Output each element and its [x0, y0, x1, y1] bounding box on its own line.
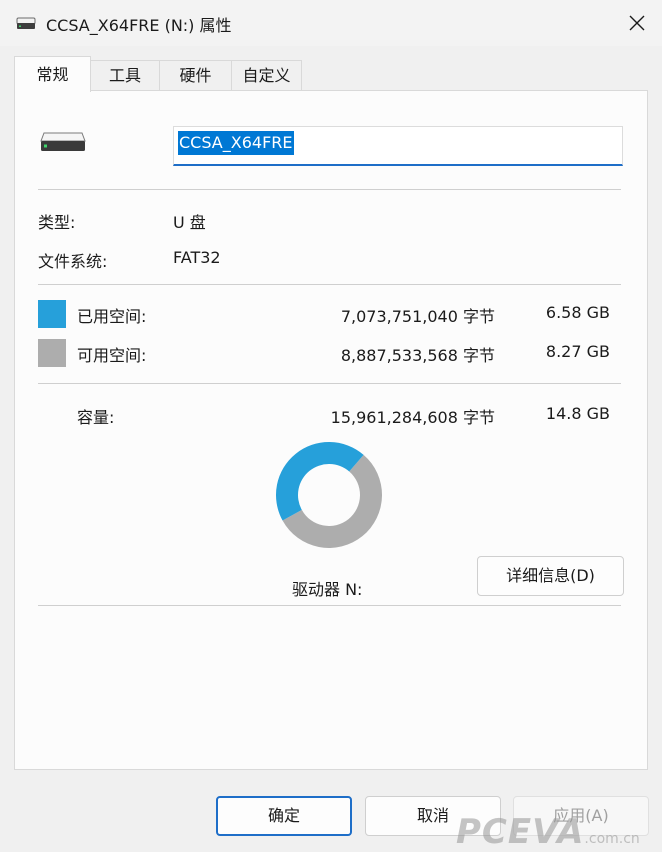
- divider: [38, 605, 621, 606]
- free-space-label: 可用空间:: [77, 346, 147, 365]
- drive-icon: [16, 16, 36, 35]
- divider: [38, 383, 621, 384]
- drive-letter-label: 驱动器 N:: [292, 580, 363, 599]
- pceva-watermark: PCEVA.com.cn: [456, 812, 640, 852]
- filesystem-label: 文件系统:: [38, 252, 108, 271]
- tab-general[interactable]: 常规: [14, 56, 91, 92]
- usage-donut-chart: [276, 442, 382, 548]
- used-space-segment: [276, 442, 364, 521]
- drive-name-value: CCSA_X64FRE: [178, 131, 294, 155]
- filesystem-value: FAT32: [173, 248, 221, 267]
- window-title: CCSA_X64FRE (N:) 属性: [46, 16, 232, 35]
- capacity-size: 14.8 GB: [545, 404, 610, 423]
- ok-button[interactable]: 确定: [216, 796, 352, 836]
- used-space-bytes: 7,073,751,040 字节: [340, 307, 495, 326]
- divider: [38, 189, 621, 190]
- tab-tools[interactable]: 工具: [90, 60, 160, 90]
- type-label: 类型:: [38, 213, 76, 232]
- free-space-bytes: 8,887,533,568 字节: [340, 346, 495, 365]
- close-button[interactable]: [624, 10, 650, 36]
- used-space-size: 6.58 GB: [545, 303, 610, 322]
- capacity-label: 容量:: [77, 408, 115, 427]
- title-bar: CCSA_X64FRE (N:) 属性: [0, 0, 662, 46]
- free-space-size: 8.27 GB: [545, 342, 610, 361]
- usb-drive-icon: [40, 131, 86, 157]
- general-panel: [14, 90, 648, 770]
- watermark-domain: .com.cn: [584, 831, 640, 847]
- divider: [38, 284, 621, 285]
- used-space-label: 已用空间:: [77, 307, 147, 326]
- tab-customize[interactable]: 自定义: [231, 60, 302, 90]
- watermark-brand: PCEVA: [456, 812, 585, 852]
- free-space-swatch: [38, 339, 66, 367]
- tab-hardware[interactable]: 硬件: [159, 60, 232, 90]
- capacity-bytes: 15,961,284,608 字节: [330, 408, 495, 427]
- close-icon: [629, 15, 645, 31]
- details-button[interactable]: 详细信息(D): [477, 556, 624, 596]
- used-space-swatch: [38, 300, 66, 328]
- type-value: U 盘: [173, 213, 206, 232]
